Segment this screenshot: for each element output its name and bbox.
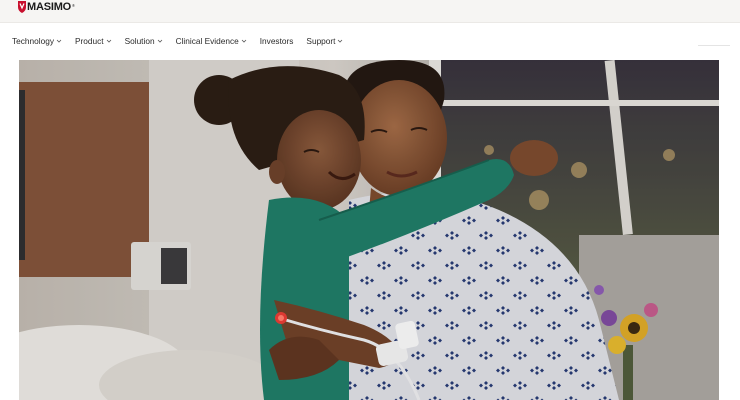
hero-illustration [19, 60, 719, 400]
nav-item-label: Clinical Evidence [175, 36, 239, 46]
nav-item-label: Investors [259, 36, 294, 46]
nav-item-label: Product [74, 36, 104, 46]
brand-name: MASIMO [27, 1, 72, 13]
nav-item-solution[interactable]: Solution [125, 36, 163, 46]
nav-item-label: Solution [124, 36, 155, 46]
nav-item-technology[interactable]: Technology [12, 36, 62, 46]
nav-item-label: Technology [12, 36, 54, 46]
masimo-logo[interactable]: MASIMO ® [18, 0, 75, 14]
chevron-down-icon [56, 39, 62, 43]
chevron-down-icon [106, 39, 111, 43]
top-utility-bar: MASIMO ® [0, 0, 740, 23]
chevron-down-icon [157, 39, 162, 43]
search-underline[interactable] [698, 45, 730, 46]
trademark-symbol: ® [72, 3, 75, 8]
nav-item-support[interactable]: Support [306, 36, 343, 46]
nav-item-clinical-evidence[interactable]: Clinical Evidence [176, 36, 247, 46]
nav-item-product[interactable]: Product [75, 36, 112, 46]
chevron-down-icon [241, 39, 247, 43]
nav-menu: Technology Product Solution Clinical Evi… [12, 23, 356, 59]
masimo-shield-icon [18, 1, 26, 13]
nav-item-label: Support [306, 36, 336, 46]
nav-item-investors[interactable]: Investors [260, 36, 294, 46]
chevron-down-icon [338, 39, 343, 43]
main-navigation: Technology Product Solution Clinical Evi… [0, 23, 740, 59]
hero-image [19, 60, 719, 400]
